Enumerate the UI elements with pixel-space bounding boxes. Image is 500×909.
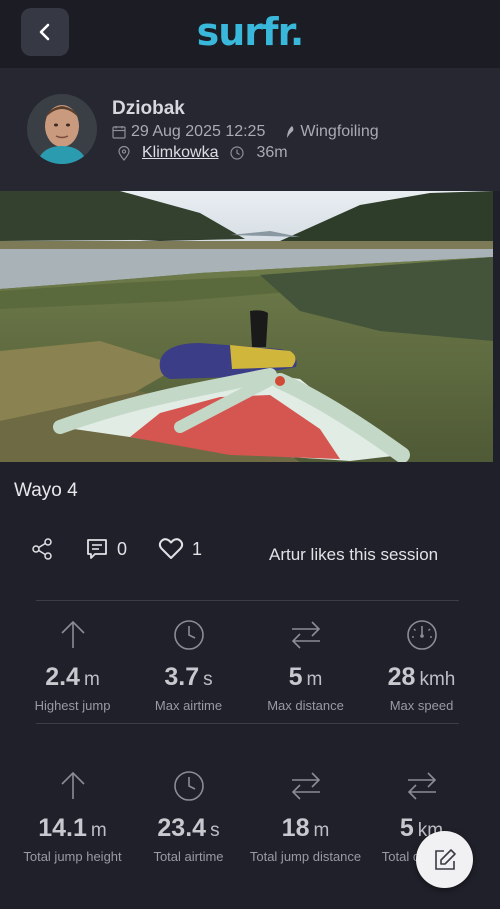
stat-total-jump-height: 14.1 m Total jump height xyxy=(10,768,135,864)
stat-total-jump-distance: 18 m Total jump distance xyxy=(243,768,368,864)
app-logo: surfr. xyxy=(196,10,305,54)
stat-highest-jump: 2.4 m Highest jump xyxy=(10,617,135,713)
clock-icon xyxy=(230,146,245,160)
stat-max-distance: 5m Max distance xyxy=(243,617,368,713)
likes-count: 1 xyxy=(192,538,203,559)
divider xyxy=(36,600,459,601)
clock-icon xyxy=(173,620,204,650)
top-bar: surfr. xyxy=(0,0,500,68)
speedometer-icon xyxy=(406,620,437,650)
session-location-row: Klimkowka 36m xyxy=(118,144,288,162)
stat-max-speed: 28 kmh Max speed xyxy=(359,617,484,713)
arrow-up-icon xyxy=(60,620,85,648)
calendar-icon xyxy=(112,126,126,139)
clock-icon xyxy=(173,771,204,801)
stats-row-max: 2.4 m Highest jump 3.7 s Max airtime 5m Ma… xyxy=(0,617,500,727)
sport-type: Wingfoiling xyxy=(300,123,379,140)
session-meta-row: 29 Aug 2025 12:25 Wingfoiling xyxy=(112,123,379,141)
session-title: Wayo 4 xyxy=(14,480,78,501)
session-photo[interactable] xyxy=(0,191,493,462)
comments-button[interactable]: 0 xyxy=(85,537,127,561)
session-date: 29 Aug 2025 12:25 xyxy=(131,123,266,140)
session-header: Dziobak 29 Aug 2025 12:25 Wingfoiling Kl… xyxy=(0,68,500,191)
transfer-arrows-icon xyxy=(291,772,320,800)
location-link[interactable]: Klimkowka xyxy=(142,144,218,162)
arrow-up-icon xyxy=(60,771,85,799)
session-duration: 36m xyxy=(256,144,288,161)
stat-max-airtime: 3.7 s Max airtime xyxy=(126,617,251,713)
share-icon xyxy=(32,538,52,560)
likes-summary[interactable]: Artur likes this session xyxy=(269,545,438,565)
social-actions: 0 1 Artur likes this session xyxy=(30,537,470,567)
like-button[interactable]: 1 xyxy=(158,537,202,561)
divider xyxy=(36,723,459,724)
share-button[interactable] xyxy=(30,537,54,561)
transfer-arrows-icon xyxy=(291,621,320,649)
user-name[interactable]: Dziobak xyxy=(112,98,185,120)
wing-icon xyxy=(287,126,294,138)
edit-session-button[interactable] xyxy=(416,831,473,888)
stat-total-airtime: 23.4 s Total airtime xyxy=(126,768,251,864)
edit-icon xyxy=(434,848,456,870)
comments-count: 0 xyxy=(117,538,128,559)
transfer-arrows-icon xyxy=(407,772,436,800)
comment-icon xyxy=(87,539,107,559)
avatar[interactable] xyxy=(27,94,97,164)
heart-icon xyxy=(158,538,184,559)
location-pin-icon xyxy=(118,145,130,161)
